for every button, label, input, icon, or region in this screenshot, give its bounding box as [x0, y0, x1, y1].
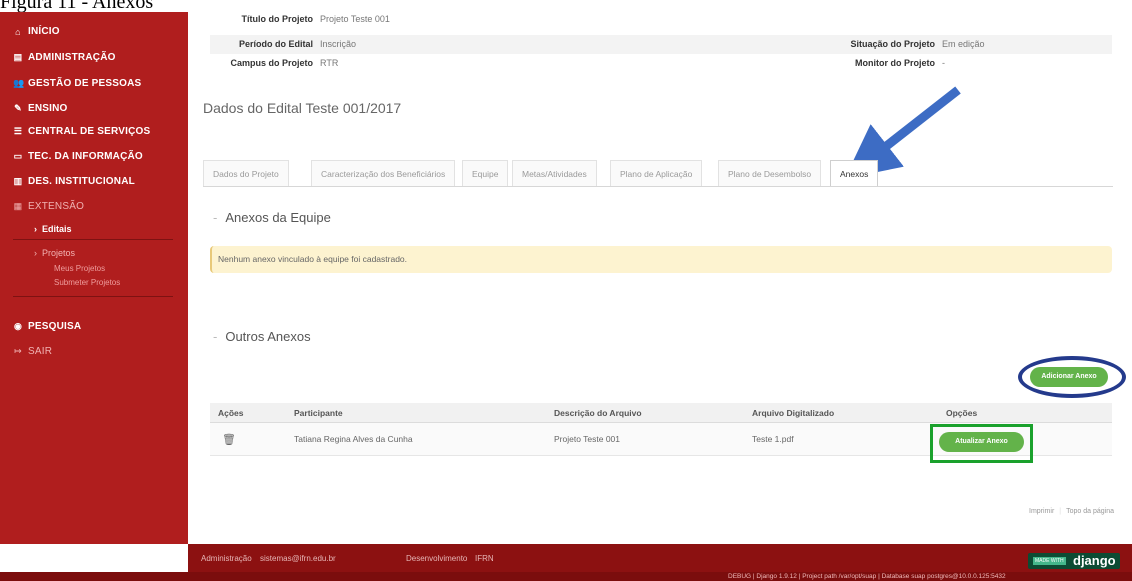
titulo-value: Projeto Teste 001 — [320, 14, 390, 24]
sidebar-item-label: GESTÃO DE PESSOAS — [28, 78, 142, 89]
extension-icon: ▦ — [13, 201, 23, 211]
sidebar-item-label: ENSINO — [28, 103, 68, 114]
campus-label: Campus do Projeto — [230, 58, 313, 68]
table-header: Descrição do Arquivo — [554, 407, 642, 418]
info-row-periodo: Período do Edital Inscrição Situação do … — [210, 35, 1112, 54]
sidebar-item-gestao-de-pessoas[interactable]: 👥 GESTÃO DE PESSOAS — [13, 78, 141, 89]
sidebar-item-label: TEC. DA INFORMAÇÃO — [28, 151, 143, 162]
file-link[interactable]: Teste 1.pdf — [752, 423, 794, 455]
table-header: Arquivo Digitalizado — [752, 407, 835, 418]
trash-icon[interactable]: 🗑 — [222, 423, 236, 455]
table-header: Ações — [218, 407, 244, 418]
sidebar-link-meus-projetos[interactable]: Meus Projetos — [54, 264, 105, 273]
monitor-icon: ▭ — [13, 151, 23, 161]
collapse-dash-icon[interactable]: - — [213, 210, 217, 225]
footer-admin-email[interactable]: sistemas@ifrn.edu.br — [260, 554, 336, 563]
sidebar-item-ensino[interactable]: ✎ ENSINO — [13, 103, 68, 114]
sidebar-item-extensao[interactable]: ▦ EXTENSÃO — [13, 201, 84, 212]
sidebar-item-pesquisa[interactable]: ◉ PESQUISA — [13, 321, 81, 332]
sidebar-item-label: DES. INSTITUCIONAL — [28, 176, 135, 187]
titulo-label: Título do Projeto — [241, 14, 314, 24]
sidebar-subitem-projetos[interactable]: › Projetos — [34, 248, 75, 258]
sidebar-subitem-label: Editais — [42, 224, 72, 234]
periodo-label: Período do Edital — [238, 39, 313, 49]
sidebar-subitem-editais[interactable]: › Editais — [34, 224, 72, 234]
sidebar-item-administracao[interactable]: ▤ ADMINISTRAÇÃO — [13, 52, 116, 63]
campus-value: RTR — [320, 58, 339, 68]
sidebar-item-inicio[interactable]: ⌂ INÍCIO — [13, 26, 60, 37]
tab-bar-line — [203, 186, 1113, 187]
collapse-dash-icon[interactable]: - — [213, 329, 217, 344]
pencil-icon: ✎ — [14, 103, 22, 113]
sidebar-item-label: INÍCIO — [28, 26, 60, 37]
sidebar-item-des-institucional[interactable]: ▥ DES. INSTITUCIONAL — [13, 176, 135, 187]
django-logo: django — [1073, 553, 1116, 568]
sidebar-item-sair[interactable]: ↦ SAIR — [13, 346, 52, 357]
footer: Administração sistemas@ifrn.edu.br Desen… — [188, 544, 1132, 572]
divider — [13, 296, 173, 297]
django-badge[interactable]: MADE WITH django — [1028, 553, 1120, 569]
table-header-row: Ações Participante Descrição do Arquivo … — [210, 403, 1112, 423]
debug-info: DEBUG | Django 1.9.12 | Project path /va… — [728, 573, 1006, 580]
info-row-titulo: Título do Projeto Projeto Teste 001 — [210, 14, 1112, 33]
footer-dev-label: Desenvolvimento — [406, 554, 468, 563]
table-header: Participante — [294, 407, 343, 418]
divider — [13, 239, 173, 240]
alert-no-attachments: Nenhum anexo vinculado à equipe foi cada… — [210, 246, 1112, 273]
chart-icon: ▥ — [13, 176, 23, 186]
chevron-right-icon: › — [34, 248, 37, 258]
page: Figura 11 - Anexos ⌂ INÍCIO ▤ ADMINISTRA… — [0, 0, 1132, 581]
annotation-box — [930, 424, 1033, 463]
sidebar-item-label: SAIR — [28, 346, 53, 357]
sidebar-item-label: ADMINISTRAÇÃO — [28, 52, 116, 63]
footer-links: Imprimir | Topo da página — [1029, 508, 1114, 515]
top-of-page-link[interactable]: Topo da página — [1066, 508, 1114, 515]
globe-icon: ◉ — [13, 321, 23, 331]
sidebar-item-label: CENTRAL DE SERVIÇOS — [28, 126, 151, 137]
monitor-value: - — [942, 58, 945, 68]
users-icon: 👥 — [13, 78, 25, 88]
section-title-text: Outros Anexos — [225, 329, 311, 344]
chevron-right-icon: › — [34, 224, 37, 234]
situacao-label: Situação do Projeto — [850, 39, 935, 49]
print-link[interactable]: Imprimir — [1029, 508, 1054, 515]
info-row-campus: Campus do Projeto RTR Monitor do Projeto… — [210, 58, 1112, 77]
sidebar-link-submeter-projetos[interactable]: Submeter Projetos — [54, 278, 120, 287]
sidebar-item-central-de-servicos[interactable]: ☰ CENTRAL DE SERVIÇOS — [13, 126, 150, 137]
divider: | — [1059, 508, 1062, 515]
section-title-text: Anexos da Equipe — [225, 210, 331, 225]
tab-equipe[interactable]: Equipe — [462, 160, 509, 186]
sidebar-item-label: EXTENSÃO — [28, 201, 85, 212]
sidebar-item-tec-informacao[interactable]: ▭ TEC. DA INFORMAÇÃO — [13, 151, 143, 162]
badge-small-text: MADE WITH — [1033, 557, 1066, 565]
section-outros-anexos: - Outros Anexos — [213, 329, 311, 344]
admin-icon: ▤ — [13, 52, 23, 62]
annotation-ellipse — [1018, 356, 1126, 398]
tab-plano-desembolso[interactable]: Plano de Desembolso — [718, 160, 822, 186]
logout-icon: ↦ — [14, 346, 22, 356]
footer-admin-label: Administração — [201, 554, 252, 563]
tab-plano-aplicacao[interactable]: Plano de Aplicação — [610, 160, 703, 186]
participant-cell: Tatiana Regina Alves da Cunha — [294, 434, 413, 444]
periodo-value: Inscrição — [320, 39, 357, 49]
sidebar-item-label: PESQUISA — [28, 321, 82, 332]
situacao-value: Em edição — [942, 39, 985, 49]
monitor-label: Monitor do Projeto — [855, 58, 935, 68]
sidebar-subitem-label: Projetos — [42, 248, 76, 258]
tab-anexos[interactable]: Anexos — [830, 160, 879, 187]
home-icon: ⌂ — [15, 26, 21, 37]
tab-caracterizacao-beneficiarios[interactable]: Caracterização dos Beneficiários — [311, 160, 456, 186]
list-icon: ☰ — [13, 126, 23, 136]
sidebar: ⌂ INÍCIO ▤ ADMINISTRAÇÃO 👥 GESTÃO DE PES… — [0, 12, 188, 544]
table-header: Opções — [946, 407, 978, 418]
footer-dev-value[interactable]: IFRN — [475, 554, 494, 563]
tab-metas-atividades[interactable]: Metas/Atividades — [512, 160, 597, 186]
tab-dados-do-projeto[interactable]: Dados do Projeto — [203, 160, 289, 186]
edital-title: Dados do Edital Teste 001/2017 — [203, 100, 402, 116]
description-cell: Projeto Teste 001 — [554, 434, 620, 444]
section-anexos-equipe: - Anexos da Equipe — [213, 210, 331, 225]
